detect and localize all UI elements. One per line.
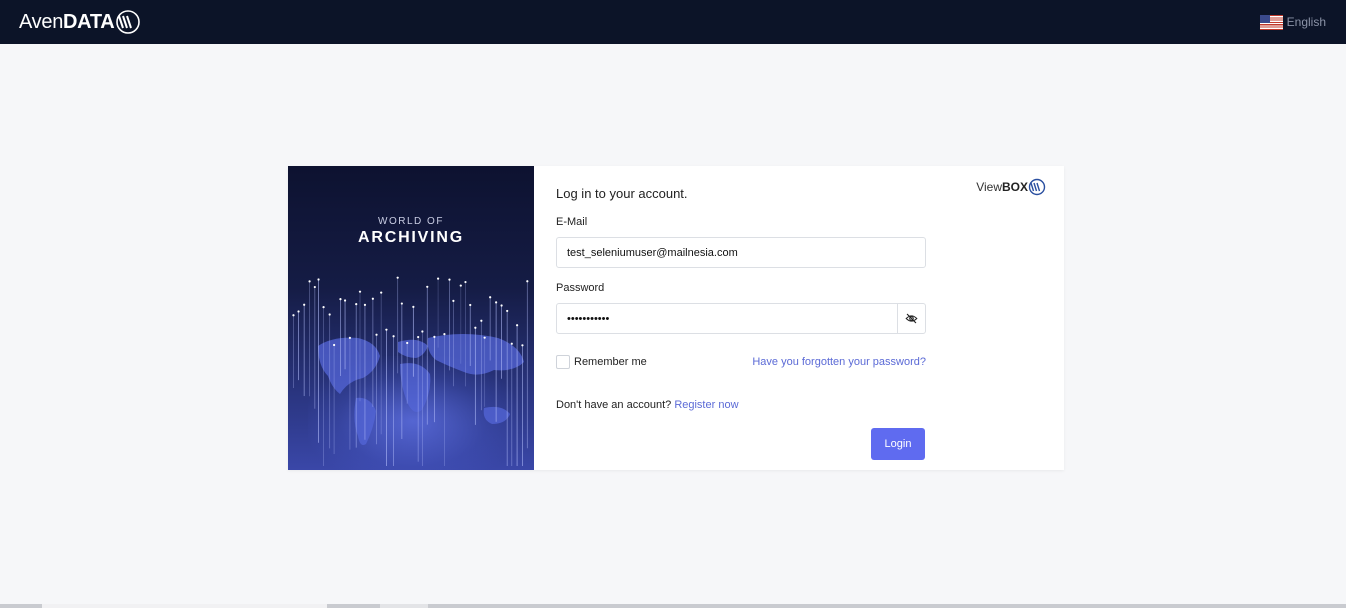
email-input[interactable] — [556, 237, 926, 268]
bottom-scrollbar[interactable] — [0, 604, 1346, 608]
avendata-waves-icon — [116, 10, 141, 34]
email-label: E-Mail — [556, 216, 588, 228]
language-selector[interactable]: English — [1259, 14, 1326, 30]
logo-text-light: Aven — [19, 10, 64, 33]
password-label: Password — [556, 282, 605, 294]
world-map-illustration — [292, 276, 529, 466]
forgot-password-link[interactable]: Have you forgotten your password? — [752, 356, 926, 368]
eye-slash-icon — [905, 313, 918, 324]
no-account-text: Don't have an account? — [556, 399, 672, 411]
viewbox-logo: View BOX — [976, 178, 1046, 196]
hero-title: ARCHIVING — [358, 229, 464, 246]
us-flag-icon — [1259, 14, 1283, 30]
hero-image: WORLD OF ARCHIVING — [288, 166, 534, 470]
avendata-logo[interactable]: Aven DATA — [19, 9, 141, 35]
password-field — [556, 303, 926, 334]
register-row: Don't have an account? Register now — [556, 399, 739, 411]
top-navbar: Aven DATA English — [0, 0, 1346, 44]
remember-me[interactable]: Remember me — [556, 355, 647, 369]
form-title: Log in to your account. — [556, 186, 688, 201]
remember-me-checkbox[interactable] — [556, 355, 570, 369]
toggle-password-visibility-button[interactable] — [897, 303, 926, 334]
login-button[interactable]: Login — [871, 428, 925, 460]
remember-me-label: Remember me — [574, 356, 647, 368]
viewbox-waves-icon — [1028, 178, 1046, 196]
password-input[interactable] — [556, 303, 898, 334]
viewbox-text-bold: BOX — [1001, 180, 1028, 194]
viewbox-text-light: View — [976, 180, 1002, 194]
logo-text-bold: DATA — [63, 10, 115, 33]
hero-subtitle: WORLD OF — [378, 216, 444, 227]
language-label: English — [1286, 15, 1326, 29]
register-link[interactable]: Register now — [674, 399, 738, 411]
login-card: WORLD OF ARCHIVING View BOX Log in to you… — [288, 166, 1064, 470]
